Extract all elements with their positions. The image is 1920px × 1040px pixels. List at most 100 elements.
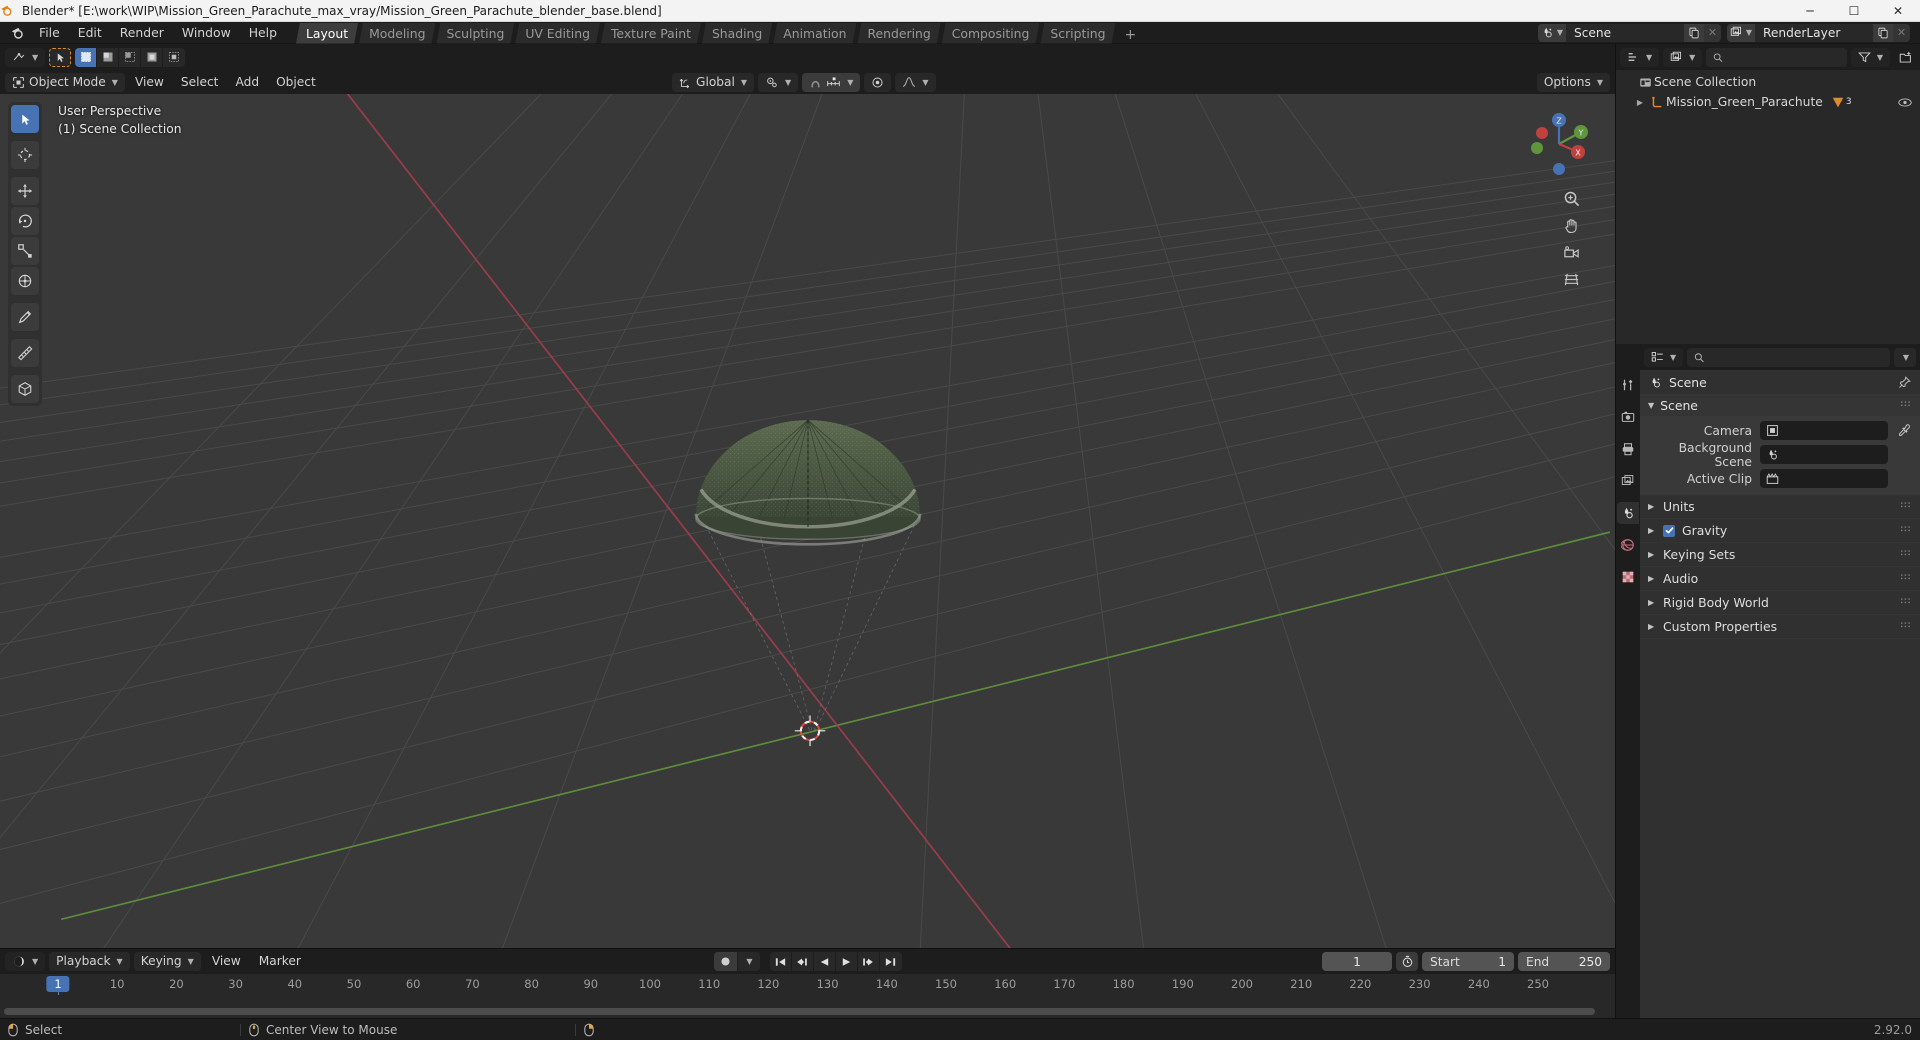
disclosure-triangle[interactable]: ▶ xyxy=(1648,574,1656,583)
disclosure-triangle[interactable]: ▶ xyxy=(1648,550,1656,559)
zoom-icon[interactable] xyxy=(1561,188,1581,208)
section-custom-properties[interactable]: ▶ Custom Properties xyxy=(1640,615,1920,639)
jump-to-end-icon[interactable] xyxy=(880,952,902,971)
outliner-editor-type-button[interactable]: ▼ xyxy=(1620,47,1660,67)
timeline-body[interactable] xyxy=(0,995,1615,1018)
interaction-mode-dropdown[interactable]: Object Mode ▼ xyxy=(5,72,125,92)
output-tab[interactable] xyxy=(1617,438,1639,460)
auto-key-icon[interactable] xyxy=(1396,952,1418,971)
timeline-menu-playback[interactable]: Playback ▼ xyxy=(49,952,130,971)
tab-shading[interactable]: Shading xyxy=(702,23,772,44)
cursor-tool[interactable] xyxy=(11,141,39,169)
jump-to-start-icon[interactable] xyxy=(770,952,792,971)
viewport-menu-add[interactable]: Add xyxy=(228,73,266,92)
pin-icon[interactable] xyxy=(1898,375,1911,389)
jump-to-keyframe-next-icon[interactable] xyxy=(858,952,880,971)
active-clip-field[interactable] xyxy=(1760,469,1888,488)
add-cube-tool[interactable] xyxy=(11,375,39,403)
camera-view-icon[interactable] xyxy=(1561,242,1581,262)
select-extend-icon[interactable] xyxy=(97,47,120,67)
scene-name[interactable]: Scene xyxy=(1566,23,1684,42)
select-tool-button[interactable] xyxy=(49,47,72,67)
select-subtract-icon[interactable] xyxy=(119,47,142,67)
annotate-tool[interactable] xyxy=(11,303,39,331)
tool-tab[interactable] xyxy=(1617,374,1639,396)
select-mode-group[interactable] xyxy=(75,47,186,67)
view-layer-name[interactable]: RenderLayer xyxy=(1755,23,1873,42)
timeline-menu-marker[interactable]: Marker xyxy=(252,952,308,971)
unlink-view-layer-button[interactable]: ✕ xyxy=(1893,23,1910,42)
scale-tool[interactable] xyxy=(11,237,39,265)
properties-search-input[interactable] xyxy=(1709,350,1883,364)
view-layer-selector[interactable]: ▼ RenderLayer ✕ xyxy=(1727,23,1910,42)
viewport-menu-select[interactable]: Select xyxy=(174,73,226,92)
toggle-perspective-icon[interactable] xyxy=(1561,269,1581,289)
rotate-tool[interactable] xyxy=(11,207,39,235)
select-set-icon[interactable] xyxy=(75,47,98,67)
view-layer-icon[interactable]: ▼ xyxy=(1727,23,1755,42)
unlink-scene-button[interactable]: ✕ xyxy=(1704,23,1721,42)
proportional-falloff-dropdown[interactable]: ▼ xyxy=(895,72,936,92)
tab-rendering[interactable]: Rendering xyxy=(857,23,940,44)
world-tab[interactable] xyxy=(1617,534,1639,556)
play-icon[interactable] xyxy=(836,952,858,971)
navigation-gizmo[interactable]: Z Y X xyxy=(1523,108,1595,180)
disclosure-triangle[interactable]: ▶ xyxy=(1648,598,1656,607)
camera-field[interactable] xyxy=(1760,421,1888,440)
snapping-dropdown[interactable]: ▼ xyxy=(802,72,861,92)
timeline-editor-type-button[interactable]: ▼ xyxy=(5,952,46,971)
auto-keying-group[interactable]: ▼ xyxy=(713,952,760,971)
viewport-menu-view[interactable]: View xyxy=(128,73,171,92)
start-frame-field[interactable]: Start 1 xyxy=(1422,952,1514,971)
disclosure-triangle[interactable]: ▼ xyxy=(1648,401,1654,410)
transport-controls[interactable] xyxy=(769,952,902,971)
viewport-options-dropdown[interactable]: Options ▼ xyxy=(1536,72,1610,92)
new-collection-button[interactable] xyxy=(1894,48,1916,67)
blender-menu-icon[interactable] xyxy=(4,24,30,42)
view-layer-tab[interactable] xyxy=(1617,470,1639,492)
pivot-point-dropdown[interactable]: ▼ xyxy=(758,72,799,92)
viewport-canvas[interactable]: User Perspective (1) Scene Collection Z … xyxy=(0,94,1615,948)
pan-hand-icon[interactable] xyxy=(1561,215,1581,235)
background-scene-field[interactable] xyxy=(1760,445,1888,464)
section-units[interactable]: ▶ Units xyxy=(1640,495,1920,519)
disclosure-triangle[interactable]: ▶ xyxy=(1648,502,1656,511)
tweak-select-tool[interactable] xyxy=(11,105,39,133)
disclosure-triangle[interactable]: ▶ xyxy=(1632,98,1648,107)
tab-uv-editing[interactable]: UV Editing xyxy=(515,23,600,44)
scene-icon[interactable]: ▼ xyxy=(1538,23,1566,42)
auto-keying-dropdown[interactable]: ▼ xyxy=(738,952,760,971)
current-frame-field[interactable]: 1 xyxy=(1322,952,1392,971)
editor-type-button[interactable]: ▼ xyxy=(5,47,46,67)
new-view-layer-button[interactable] xyxy=(1873,23,1893,42)
menu-render[interactable]: Render xyxy=(111,23,173,43)
close-button[interactable]: ✕ xyxy=(1876,0,1920,21)
properties-editor-type-button[interactable]: ▼ xyxy=(1644,347,1684,367)
add-workspace-button[interactable]: + xyxy=(1117,26,1145,44)
texture-tab[interactable] xyxy=(1617,566,1639,588)
outliner-search-input[interactable] xyxy=(1728,50,1840,64)
minimize-button[interactable]: ─ xyxy=(1788,0,1832,21)
maximize-button[interactable]: ☐ xyxy=(1832,0,1876,21)
select-intersect-icon[interactable] xyxy=(163,48,185,67)
jump-to-keyframe-prev-icon[interactable] xyxy=(792,952,814,971)
tab-modeling[interactable]: Modeling xyxy=(359,23,435,44)
menu-file[interactable]: File xyxy=(30,23,69,43)
outliner-filter-button[interactable]: ▼ xyxy=(1850,47,1890,67)
modifier-count-badge[interactable]: 3 xyxy=(1831,96,1852,109)
select-invert-icon[interactable] xyxy=(141,47,164,67)
section-audio[interactable]: ▶ Audio xyxy=(1640,567,1920,591)
properties-search-box[interactable] xyxy=(1687,347,1890,367)
tab-scripting[interactable]: Scripting xyxy=(1040,23,1115,44)
new-scene-button[interactable] xyxy=(1684,23,1704,42)
transform-orientation-dropdown[interactable]: Global ▼ xyxy=(672,72,755,92)
disclosure-triangle[interactable]: ▶ xyxy=(1648,622,1656,631)
menu-window[interactable]: Window xyxy=(173,23,240,43)
tab-sculpting[interactable]: Sculpting xyxy=(436,23,514,44)
proportional-editing-toggle[interactable] xyxy=(864,72,892,92)
menu-help[interactable]: Help xyxy=(240,23,286,43)
section-rigid-body-world[interactable]: ▶ Rigid Body World xyxy=(1640,591,1920,615)
tab-compositing[interactable]: Compositing xyxy=(942,23,1040,44)
outliner-row-object[interactable]: ▶ Mission_Green_Parachute 3 xyxy=(1616,92,1920,112)
eyedropper-icon[interactable] xyxy=(1896,424,1912,437)
